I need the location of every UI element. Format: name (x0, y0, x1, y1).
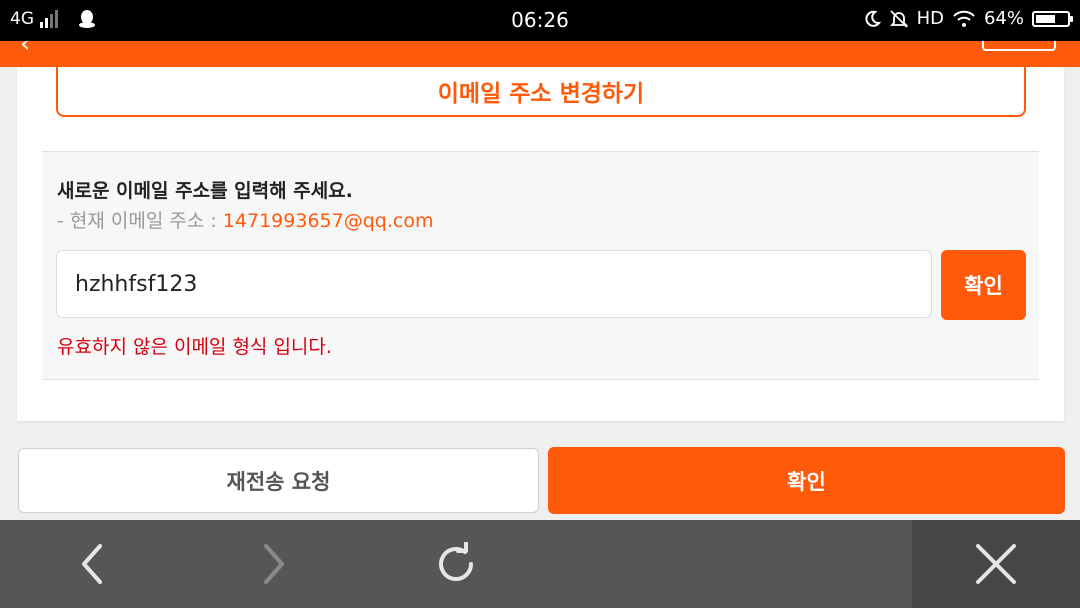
change-email-button[interactable]: 이메일 주소 변경하기 (56, 67, 1026, 117)
battery-fill (1036, 14, 1056, 23)
browser-refresh-button[interactable] (408, 520, 503, 608)
status-bar: 4G 06:26 HD 64% (0, 0, 1080, 41)
back-arrow-icon (81, 544, 102, 584)
email-form-panel: 새로운 이메일 주소를 입력해 주세요. - 현재 이메일 주소 : 14719… (42, 151, 1039, 380)
moon-icon (864, 10, 881, 27)
forward-arrow-icon (263, 544, 284, 584)
new-email-input[interactable] (56, 250, 932, 318)
header-button[interactable] (982, 41, 1056, 51)
hd-indicator: HD (916, 8, 944, 29)
battery-icon (1032, 10, 1073, 27)
resend-request-button[interactable]: 재전송 요청 (18, 448, 539, 513)
app-header: ‹ ​ (0, 41, 1080, 67)
close-icon (976, 544, 1016, 584)
refresh-icon (438, 542, 473, 581)
browser-back-button[interactable] (45, 520, 140, 608)
form-heading: 새로운 이메일 주소를 입력해 주세요. (57, 180, 353, 202)
current-email-label: - 현재 이메일 주소 : (57, 210, 217, 232)
back-icon[interactable]: ‹ (20, 41, 30, 59)
current-email-line: - 현재 이메일 주소 : 1471993657@qq.com (57, 206, 433, 233)
battery-percent: 64% (983, 8, 1024, 29)
browser-close-button[interactable] (912, 520, 1080, 608)
wifi-icon (953, 10, 975, 27)
browser-toolbar (0, 520, 1080, 608)
email-change-card: 이메일 주소 변경하기 새로운 이메일 주소를 입력해 주세요. - 현재 이메… (17, 67, 1064, 421)
browser-forward-button[interactable] (225, 520, 320, 608)
current-email-value: 1471993657@qq.com (222, 210, 434, 232)
verify-email-button[interactable]: 확인 (941, 250, 1026, 320)
mute-bell-icon (889, 9, 908, 28)
status-right: HD 64% (863, 8, 1073, 29)
error-message: 유효하지 않은 이메일 형식 입니다. (57, 336, 332, 358)
confirm-button[interactable]: 확인 (548, 447, 1065, 514)
